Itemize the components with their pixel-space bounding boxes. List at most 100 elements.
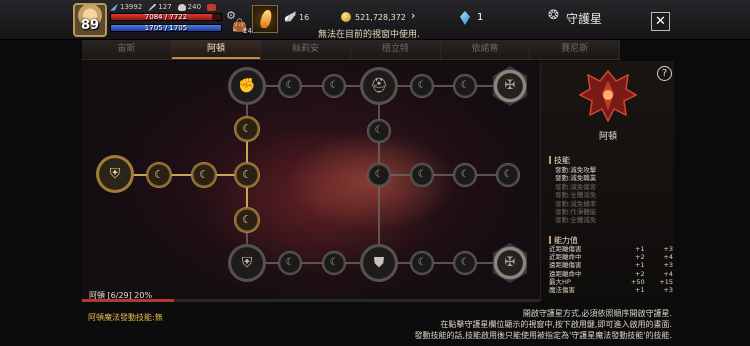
stat-row: 近距離傷害 +1 +3	[549, 245, 673, 253]
moon-icon: ☾	[242, 122, 252, 135]
aton-emblem-icon	[578, 69, 638, 123]
star-node[interactable]: ☾	[410, 74, 434, 98]
shield-icon: ⛨	[109, 166, 121, 182]
active-magic-skill: 阿頓魔法發動技能:無	[88, 313, 163, 322]
instruction-line: 在點擊守護星欄位顯示的視窗中,按下啟用鍵,即可進入啟用的畫面.	[440, 320, 672, 329]
instruction-line: 發動技能的話,技能啟用後只能使用被指定為'守護星魔法發動技能'的技能.	[414, 331, 672, 340]
stat-power: 13992	[110, 3, 142, 11]
star-node-major[interactable]: ⛊	[360, 244, 398, 282]
stat-current: +2	[635, 253, 645, 262]
moon-icon: ☾	[460, 80, 470, 91]
armor-icon: ⛊	[373, 255, 385, 271]
window-title: 守護星	[566, 12, 603, 26]
gauntlet-icon: ✊	[238, 78, 256, 94]
moon-icon: ☾	[460, 257, 470, 268]
star-node[interactable]: ☾	[453, 251, 477, 275]
star-node[interactable]: ☾	[453, 163, 477, 187]
moon-icon: ☾	[285, 80, 295, 91]
moon-icon: ☾	[329, 80, 339, 91]
wing-stat-icon	[110, 3, 118, 11]
star-node-final[interactable]: ✠	[491, 66, 529, 106]
instruction-line: 開啟守護星方式,必須依照順序開啟守護星.	[522, 309, 672, 318]
helmet-icon: ⛑	[370, 78, 388, 94]
mp-text: 1705 / 1705	[144, 24, 188, 32]
moon-icon: ☾	[503, 169, 513, 180]
star-node-major[interactable]: ⛑	[360, 67, 398, 105]
wings-count: 16	[299, 13, 310, 22]
stat-max: +4	[663, 253, 673, 262]
star-node[interactable]: ☾	[367, 119, 391, 143]
star-node[interactable]: ☾	[278, 74, 302, 98]
mp-bar: 1705 / 1705	[110, 24, 222, 32]
star-node[interactable]: ☾	[453, 74, 477, 98]
bag-count: 24	[243, 27, 252, 35]
star-node[interactable]: ☾	[278, 251, 302, 275]
stat-max: +3	[663, 286, 673, 295]
skill-item: 發動:全體減免	[555, 191, 597, 200]
stat-row: 魔法傷害 +1 +3	[549, 286, 673, 294]
moon-icon: ☾	[417, 257, 427, 268]
diamond-icon	[460, 11, 470, 25]
tab-aton[interactable]: 阿頓	[171, 40, 262, 59]
star-node[interactable]: ☾	[322, 251, 346, 275]
crest-icon: ✠	[504, 255, 516, 270]
shield-icon: ⛨	[241, 255, 253, 271]
tab-silian[interactable]: 絲莉安	[261, 40, 352, 59]
chevron-right-icon[interactable]: ›	[411, 9, 415, 22]
moon-icon: ☾	[285, 257, 295, 268]
moon-icon: ☾	[417, 80, 427, 91]
stat-row: 遠距離傷害 +1 +3	[549, 261, 673, 269]
stat-name: 遠距離命中	[549, 269, 582, 278]
moon-icon: ☾	[417, 169, 427, 180]
star-node[interactable]: ☾	[234, 162, 260, 188]
quick-skill-slot[interactable]	[252, 5, 278, 33]
skill-list: 發動:減免攻擊 發動:減免職業 發動:減免傷害 發動:全體減免 發動:減免機率 …	[555, 166, 596, 225]
skull-icon	[177, 3, 186, 11]
moon-icon: ☾	[199, 168, 209, 181]
moon-icon: ☾	[329, 257, 339, 268]
stat-name: 遠距離傷害	[549, 261, 582, 270]
tab-zeus[interactable]: 宙斯	[82, 40, 172, 59]
stat-current: +1	[635, 286, 645, 295]
star-node[interactable]: ☾	[367, 163, 391, 187]
stat-current: +1	[635, 261, 645, 270]
stat-name: 最大HP	[549, 277, 571, 286]
help-icon[interactable]: ?	[657, 66, 672, 81]
stat-defense: 240	[177, 3, 201, 11]
stat-current: +2	[635, 269, 645, 278]
star-node[interactable]: ☾	[322, 74, 346, 98]
moon-icon: ☾	[374, 169, 384, 180]
star-node[interactable]: ☾	[146, 162, 172, 188]
stat-name: 魔法傷害	[549, 286, 575, 295]
skill-item: 發動:減免傷害	[555, 182, 597, 191]
stat-max: +4	[663, 269, 673, 278]
tab-saines[interactable]: 賽尼斯	[530, 40, 621, 59]
stat-attack: 127	[148, 3, 172, 11]
star-node[interactable]: ☾	[410, 251, 434, 275]
constellation-board: ⛨ ☾ ☾ ☾ ☾ ☾ ✊ ☾ ☾ ⛑ ☾ ☾ ✠ ☾ ☾ ☾ ☾ ☾ ⛨ ☾ …	[82, 61, 540, 301]
sword-icon	[148, 3, 157, 11]
tab-yinuodi[interactable]: 依諾蒂	[441, 40, 531, 59]
star-node-final[interactable]: ✠	[491, 243, 529, 283]
moon-icon: ☾	[242, 213, 252, 226]
hp-bar: 7084 / 7722	[110, 13, 222, 21]
gold-coin-icon	[341, 12, 351, 22]
star-node[interactable]: ☾	[496, 163, 520, 187]
guardian-star-icon: ❂	[548, 8, 559, 23]
stat-table: 近距離傷害 +1 +3 近距離命中 +2 +4 遠距離傷害 +1 +3 遠距離命中 +2 +4 …	[549, 245, 673, 294]
star-node[interactable]: ☾	[234, 116, 260, 142]
moon-icon: ☾	[460, 169, 470, 180]
hp-text: 7084 / 7722	[144, 13, 188, 21]
instructions: 開啟守護星方式,必須依照順序開啟守護星. 在點擊守護星欄位顯示的視窗中,按下啟用…	[342, 308, 672, 341]
star-node[interactable]: ☾	[234, 207, 260, 233]
flame-skill-icon	[259, 10, 273, 28]
tab-wulite[interactable]: 梧立特	[351, 40, 441, 59]
star-node[interactable]: ☾	[410, 163, 434, 187]
star-node[interactable]: ☾	[191, 162, 217, 188]
star-node-major[interactable]: ⛨	[228, 244, 266, 282]
close-button[interactable]: ✕	[651, 12, 670, 31]
window-notice: 無法在目前的視窗中使用.	[318, 30, 420, 40]
star-node-major[interactable]: ✊	[228, 67, 266, 105]
skill-item: 發動:減免職業	[555, 174, 597, 183]
star-node-start[interactable]: ⛨	[96, 155, 134, 193]
